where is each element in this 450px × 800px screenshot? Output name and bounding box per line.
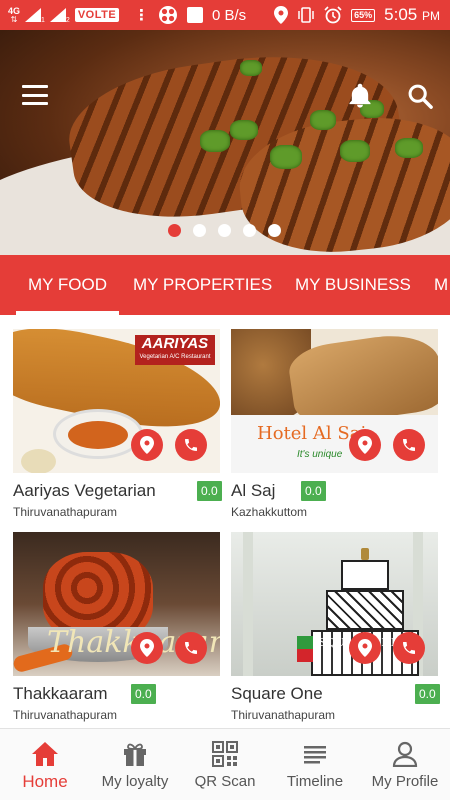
listing-card[interactable]: Hotel Al Saj It's unique Al Saj 0.0 Kazh… [231, 329, 438, 521]
square-notification-icon [187, 7, 203, 23]
tab-my-food[interactable]: MY FOOD [15, 255, 120, 315]
listing-card[interactable]: AARIYAS Vegetarian A/C Restaurant Aariya… [13, 329, 222, 521]
phone-icon [403, 439, 415, 451]
signal2-icon [49, 8, 66, 22]
carousel-indicator [168, 224, 281, 237]
clock-ampm: PM [422, 9, 440, 23]
profile-icon [392, 741, 418, 767]
bottom-navigation: Home My loyalty QR Scan Timeline My Prof… [0, 728, 450, 800]
carousel-dot[interactable] [218, 224, 231, 237]
location-pin-button[interactable] [349, 429, 381, 461]
cake-tier-middle [326, 590, 404, 630]
cake-ornament [361, 548, 369, 560]
listing-city: Thiruvanathapuram [13, 505, 118, 519]
phone-icon [403, 642, 415, 654]
timeline-icon [304, 746, 326, 764]
sign-subtext: It's unique [297, 449, 343, 460]
rating-badge: 0.0 [415, 684, 440, 704]
nav-label: My loyalty [101, 773, 169, 790]
rating-badge: 0.0 [131, 684, 156, 704]
nav-label: Home [22, 772, 68, 791]
nav-my-profile[interactable]: My Profile [360, 729, 450, 800]
more-vert-icon: ⋮ [134, 7, 149, 24]
garnish [200, 130, 230, 152]
location-pin-icon [358, 639, 372, 657]
carousel-dot[interactable] [243, 224, 256, 237]
chutney [21, 449, 56, 473]
clock-time: 5:05 [384, 5, 418, 24]
alarm-icon [324, 6, 342, 24]
gift-icon [124, 743, 146, 766]
nav-label: Timeline [286, 773, 344, 790]
qr-code-icon [212, 741, 238, 767]
location-pin-button[interactable] [131, 632, 163, 664]
phone-icon [185, 642, 197, 654]
location-pin-button[interactable] [349, 632, 381, 664]
nav-home[interactable]: Home [0, 729, 90, 800]
volte-badge: VOLTE [74, 8, 120, 22]
tab-overflow[interactable]: M [434, 255, 448, 315]
listing-name: Aariyas Vegetarian [13, 481, 156, 500]
location-pin-icon [358, 436, 372, 454]
hamburger-menu-icon[interactable] [22, 85, 48, 105]
garnish [230, 120, 258, 140]
listing-name: Square One [231, 684, 323, 703]
battery-indicator: 65% [351, 8, 376, 22]
garnish [395, 138, 423, 158]
sim2-label: 2 [65, 16, 70, 24]
call-button[interactable] [393, 429, 425, 461]
signal-icon [25, 8, 42, 22]
vibrate-icon [298, 7, 314, 23]
sambar [68, 421, 128, 449]
listing-city: Thiruvanathapuram [231, 708, 336, 722]
rating-badge: 0.0 [301, 481, 326, 501]
nav-timeline[interactable]: Timeline [270, 729, 360, 800]
tab-my-business[interactable]: MY BUSINESS [295, 255, 411, 315]
clock: 5:05 PM [384, 5, 440, 25]
listing-name: Al Saj [231, 481, 276, 500]
sim1-label: 1 [41, 16, 45, 24]
call-button[interactable] [175, 632, 207, 664]
sign-text: AARIYAS [141, 335, 209, 352]
location-pin-icon [140, 436, 154, 454]
notification-bell-icon[interactable] [346, 82, 374, 110]
restaurant-sign: AARIYAS Vegetarian A/C Restaurant [135, 335, 215, 365]
call-button[interactable] [175, 429, 207, 461]
carousel-dot[interactable] [193, 224, 206, 237]
carousel-dot[interactable] [168, 224, 181, 237]
hero-banner[interactable] [0, 30, 450, 255]
cake-tier-top [341, 560, 389, 590]
logo-mark [297, 636, 313, 662]
search-icon[interactable] [406, 82, 434, 110]
category-tabs: MY FOOD MY PROPERTIES MY BUSINESS M [0, 255, 450, 315]
location-pin-icon [140, 639, 154, 657]
carousel-dot[interactable] [268, 224, 281, 237]
phone-icon [185, 439, 197, 451]
app-notification-icon [159, 6, 177, 24]
rating-badge: 0.0 [197, 481, 222, 501]
listing-card[interactable]: Thakkaaram Thakkaaram 0.0 Thiruvanathapu… [13, 532, 220, 724]
garnish [270, 145, 302, 169]
sign-subtext: Vegetarian A/C Restaurant [139, 354, 211, 360]
garnish [240, 60, 262, 76]
garnish [310, 110, 336, 130]
listing-card[interactable]: SQUARE ONE Square One 0.0 Thiruvanathapu… [231, 532, 440, 724]
nav-qr-scan[interactable]: QR Scan [180, 729, 270, 800]
data-speed: 0 B/s [212, 6, 247, 24]
listing-city: Thiruvanathapuram [13, 708, 118, 722]
status-bar: 4G ⇅ 1 2 VOLTE ⋮ 0 B/s 65% 5:05 PM [0, 0, 450, 30]
call-button[interactable] [393, 632, 425, 664]
tab-my-properties[interactable]: MY PROPERTIES [133, 255, 272, 315]
home-icon [32, 742, 58, 766]
listing-name: Thakkaaram [13, 684, 108, 703]
nav-my-loyalty[interactable]: My loyalty [90, 729, 180, 800]
location-status-icon [274, 6, 289, 24]
location-pin-button[interactable] [131, 429, 163, 461]
garnish [340, 140, 370, 162]
listing-city: Kazhakkuttom [231, 505, 308, 519]
nav-label: My Profile [371, 773, 439, 790]
pillar [243, 532, 253, 676]
data-arrows-icon: ⇅ [10, 14, 18, 24]
nav-label: QR Scan [194, 773, 256, 790]
